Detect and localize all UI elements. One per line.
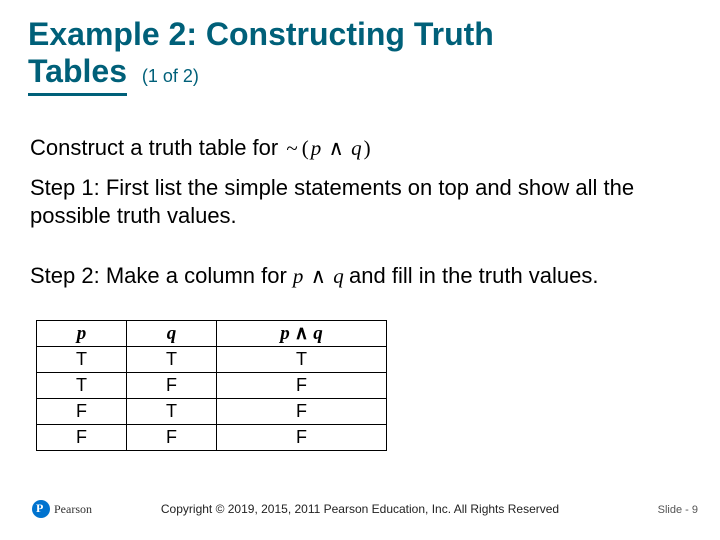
close-paren: ) — [362, 136, 373, 160]
wedge-symbol: ∧ — [326, 136, 345, 160]
cell: T — [217, 347, 387, 373]
cell: F — [217, 425, 387, 451]
header-wedge: ∧ — [295, 323, 309, 344]
cell: F — [217, 399, 387, 425]
expression-2: p ∧ q — [293, 264, 349, 288]
col-header-p-and-q: p ∧ q — [217, 321, 387, 347]
slide: { "title": { "main_first": "Example 2: C… — [0, 0, 720, 540]
cell: T — [127, 347, 217, 373]
step-1-text: Step 1: First list the simple statements… — [30, 174, 690, 229]
cell: T — [37, 373, 127, 399]
cell: F — [37, 425, 127, 451]
slide-title-block: Example 2: Constructing Truth Tables (1 … — [28, 16, 692, 90]
cell: F — [37, 399, 127, 425]
step2-prefix: Step 2: Make a column for — [30, 263, 293, 288]
step-2-text: Step 2: Make a column for p ∧ q and fill… — [30, 262, 720, 290]
var-p: p — [311, 136, 322, 160]
expression-1: ~(p ∧ q) — [284, 136, 372, 160]
truth-table: p q p ∧ q T T T T F F F T F F F F — [36, 320, 387, 451]
table-row: T T T — [37, 347, 387, 373]
var-p2: p — [293, 264, 304, 288]
col-header-q: q — [127, 321, 217, 347]
wedge-symbol-2: ∧ — [309, 264, 328, 288]
table-row: F T F — [37, 399, 387, 425]
col-header-p: p — [37, 321, 127, 347]
table-row: F F F — [37, 425, 387, 451]
slide-title: Example 2: Constructing Truth Tables (1 … — [28, 16, 692, 90]
title-underlined-word: Tables — [28, 53, 127, 96]
title-subscript: (1 of 2) — [136, 66, 199, 86]
var-q2: q — [333, 264, 344, 288]
tilde-symbol: ~ — [284, 136, 299, 160]
copyright-text: Copyright © 2019, 2015, 2011 Pearson Edu… — [0, 502, 720, 516]
title-line1: Example 2: Constructing Truth — [28, 16, 494, 52]
table-row: T F F — [37, 373, 387, 399]
cell: F — [127, 373, 217, 399]
open-paren: ( — [300, 136, 311, 160]
cell: T — [127, 399, 217, 425]
header-p: p — [280, 323, 290, 344]
cell: F — [217, 373, 387, 399]
cell: F — [127, 425, 217, 451]
cell: T — [37, 347, 127, 373]
instruction-line: Construct a truth table for ~(p ∧ q) — [30, 134, 690, 162]
slide-number: Slide - 9 — [658, 504, 698, 516]
step2-suffix: and fill in the truth values. — [349, 263, 598, 288]
table-header-row: p q p ∧ q — [37, 321, 387, 347]
var-q: q — [351, 136, 362, 160]
instruction-prefix: Construct a truth table for — [30, 135, 284, 160]
header-q: q — [313, 323, 323, 344]
